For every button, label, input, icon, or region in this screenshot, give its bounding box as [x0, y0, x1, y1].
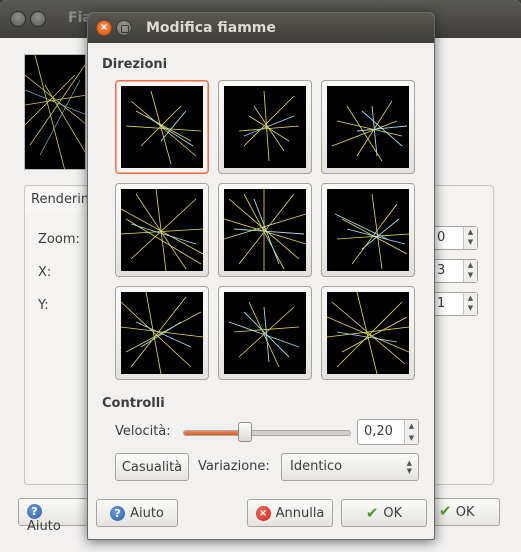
controls-heading: Controlli	[102, 396, 165, 411]
chevron-updown-icon: ▲ ▼	[406, 459, 412, 475]
parent-help-button[interactable]: ? Aiuto	[18, 498, 88, 534]
ok-button-label: OK	[383, 505, 403, 521]
speed-value: 0,20	[364, 424, 393, 439]
variation-label: Variazione:	[198, 459, 270, 474]
x-value: 3	[437, 263, 446, 278]
dialog-titlebar: × Modifica fiamme	[88, 13, 434, 43]
variation-selected-value: Identico	[290, 459, 343, 474]
flame-preview-icon	[327, 189, 409, 271]
direction-right-button[interactable]	[321, 183, 415, 277]
flame-preview-icon	[224, 292, 306, 374]
direction-top-button[interactable]	[218, 80, 312, 174]
ok-button[interactable]: ✔ OK	[341, 499, 427, 527]
cancel-button-label: Annulla	[275, 505, 325, 521]
speed-slider-track[interactable]	[183, 430, 351, 436]
directions-heading: Direzioni	[102, 57, 168, 72]
speed-spinner[interactable]: 0,20 ▲ ▼	[357, 419, 419, 445]
cancel-button[interactable]: × Annulla	[247, 499, 333, 527]
dialog-title: Modifica fiamme	[146, 20, 276, 36]
help-button-label: Aiuto	[130, 505, 164, 521]
parent-ok-label: OK	[455, 505, 475, 520]
y-value: 1	[437, 296, 446, 311]
direction-left-button[interactable]	[115, 183, 209, 277]
parent-ok-button[interactable]: ✔ OK	[430, 498, 500, 526]
flame-preview-icon	[121, 86, 203, 168]
checkmark-icon: ✔	[439, 502, 452, 520]
x-label: X:	[38, 265, 52, 280]
flame-preview-icon	[224, 189, 306, 271]
x-spinner[interactable]: 3 ▲ ▼	[430, 259, 478, 283]
variation-select[interactable]: Identico ▲ ▼	[281, 453, 419, 481]
y-label: Y:	[38, 298, 49, 313]
spinner-arrows-icon[interactable]: ▲ ▼	[463, 260, 477, 282]
direction-bottom-button[interactable]	[218, 286, 312, 380]
random-button-label: Casualità	[121, 459, 183, 475]
help-button[interactable]: ? Aiuto	[96, 499, 178, 527]
tab-rendering[interactable]: Renderin	[24, 185, 90, 213]
edit-flames-dialog: × Modifica fiamme Direzioni Controlli Ve…	[87, 12, 435, 540]
restore-icon[interactable]	[116, 20, 132, 36]
spinner-arrows-icon[interactable]: ▲ ▼	[463, 227, 477, 249]
help-icon: ?	[27, 504, 42, 519]
direction-bottom-left-button[interactable]	[115, 286, 209, 380]
direction-top-left-button[interactable]	[115, 80, 209, 174]
checkmark-icon: ✔	[365, 503, 379, 522]
flame-preview-icon	[327, 86, 409, 168]
flame-preview-icon	[121, 292, 203, 374]
zoom-label: Zoom:	[38, 232, 80, 247]
zoom-value: 0	[437, 230, 446, 245]
speed-label: Velocità:	[115, 424, 171, 439]
spinner-arrows-icon[interactable]: ▲ ▼	[463, 293, 477, 315]
flame-preview-icon	[121, 189, 203, 271]
y-spinner[interactable]: 1 ▲ ▼	[430, 292, 478, 316]
spinner-arrows-icon[interactable]: ▲ ▼	[404, 420, 418, 444]
speed-slider-fill	[184, 431, 246, 435]
parent-help-label: Aiuto	[27, 519, 61, 534]
minimize-icon[interactable]	[30, 11, 46, 27]
cancel-icon: ×	[255, 505, 271, 521]
direction-bottom-right-button[interactable]	[321, 286, 415, 380]
help-icon: ?	[110, 505, 126, 521]
random-button[interactable]: Casualità	[115, 453, 189, 481]
flame-preview-icon	[327, 292, 409, 374]
close-icon[interactable]	[10, 11, 26, 27]
direction-center-button[interactable]	[218, 183, 312, 277]
direction-top-right-button[interactable]	[321, 80, 415, 174]
zoom-spinner[interactable]: 0 ▲ ▼	[430, 226, 478, 250]
flame-preview-icon	[224, 86, 306, 168]
close-icon[interactable]: ×	[96, 20, 112, 36]
speed-slider-handle[interactable]	[238, 422, 252, 442]
parent-flame-preview	[24, 54, 86, 170]
